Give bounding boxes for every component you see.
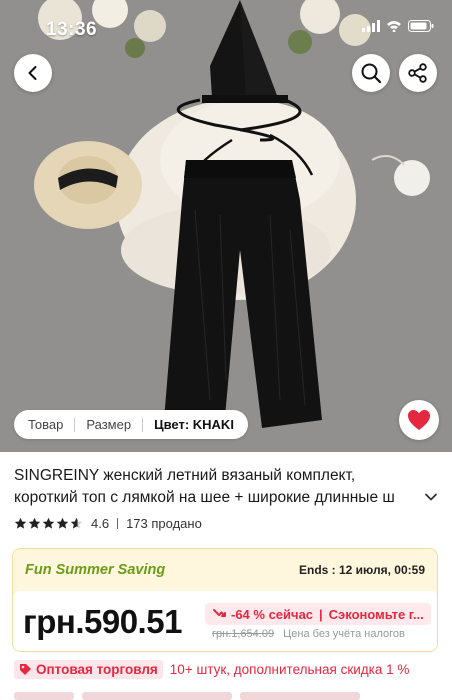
divider: [117, 518, 119, 529]
chevron-left-icon: [28, 66, 37, 80]
promo-name: Fun Summer Saving: [25, 562, 166, 578]
wifi-icon: [387, 21, 401, 32]
divider: |: [319, 606, 323, 622]
rating-row[interactable]: 4.6 173 продано: [14, 516, 202, 531]
current-price: грн.590.51: [23, 603, 182, 640]
wholesale-badge: Оптовая торговля: [14, 660, 163, 679]
share-button[interactable]: [399, 54, 437, 92]
wholesale-badge-label: Оптовая торговля: [36, 662, 158, 677]
product-title-line2: короткий топ с лямкой на шее + широкие д…: [14, 489, 395, 506]
signal-icon: [362, 20, 380, 32]
divider: [142, 417, 144, 432]
star-icon: [70, 517, 83, 529]
tag-icon: [20, 664, 31, 675]
tab-size[interactable]: Размер: [86, 417, 131, 432]
search-icon: [361, 63, 382, 84]
placeholder-block: [14, 692, 74, 700]
promo-card[interactable]: Fun Summer Saving Ends : 12 июля, 00:59 …: [12, 548, 438, 652]
chevron-down-icon[interactable]: [424, 490, 438, 504]
next-section-peek: [14, 692, 438, 700]
favorite-button[interactable]: [399, 400, 439, 440]
tax-note: Цена без учёта налогов: [283, 628, 405, 640]
placeholder-block: [240, 692, 360, 700]
rating-value: 4.6: [91, 516, 110, 531]
product-image[interactable]: 13:36 Товар Размер Цвет: KHAKI: [0, 0, 452, 452]
sold-count: 173 продано: [126, 516, 202, 531]
star-icon: [56, 517, 69, 529]
divider: [74, 417, 76, 432]
tab-product[interactable]: Товар: [28, 417, 63, 432]
search-button[interactable]: [352, 54, 390, 92]
save-text: Сэкономьте г...: [328, 606, 424, 622]
share-icon: [408, 63, 427, 83]
placeholder-block: [82, 692, 232, 700]
product-title-line1: SINGREINY женский летний вязаный комплек…: [14, 467, 356, 484]
rating-stars: [14, 517, 83, 530]
status-time: 13:36: [46, 19, 98, 40]
price-panel: грн.590.51 -64 % сейчас | Сэкономьте г..…: [13, 591, 437, 651]
old-price: грн.1,654.09: [212, 628, 275, 640]
star-icon: [28, 517, 41, 529]
star-icon: [42, 517, 55, 529]
tab-color[interactable]: Цвет: KHAKI: [154, 417, 234, 432]
product-title[interactable]: SINGREINY женский летний вязаный комплек…: [14, 465, 434, 509]
sku-selector-bar: Товар Размер Цвет: KHAKI: [14, 410, 248, 439]
discount-percent: -64 % сейчас: [231, 606, 314, 622]
old-price-row: грн.1,654.09 Цена без учёта налогов: [212, 628, 405, 640]
arrow-down-icon: [213, 609, 226, 617]
heart-icon: [408, 410, 430, 430]
discount-badge[interactable]: -64 % сейчас | Сэкономьте г...: [205, 603, 431, 625]
back-button[interactable]: [14, 54, 52, 92]
battery-icon: [408, 20, 434, 32]
star-icon: [14, 517, 27, 529]
promo-header: Fun Summer Saving Ends : 12 июля, 00:59: [13, 549, 437, 591]
status-icons: [362, 20, 434, 32]
wholesale-text: 10+ штук, дополнительная скидка 1 %: [169, 662, 410, 677]
promo-end-time: Ends : 12 июля, 00:59: [299, 563, 425, 577]
wholesale-row[interactable]: Оптовая торговля 10+ штук, дополнительна…: [14, 660, 409, 679]
